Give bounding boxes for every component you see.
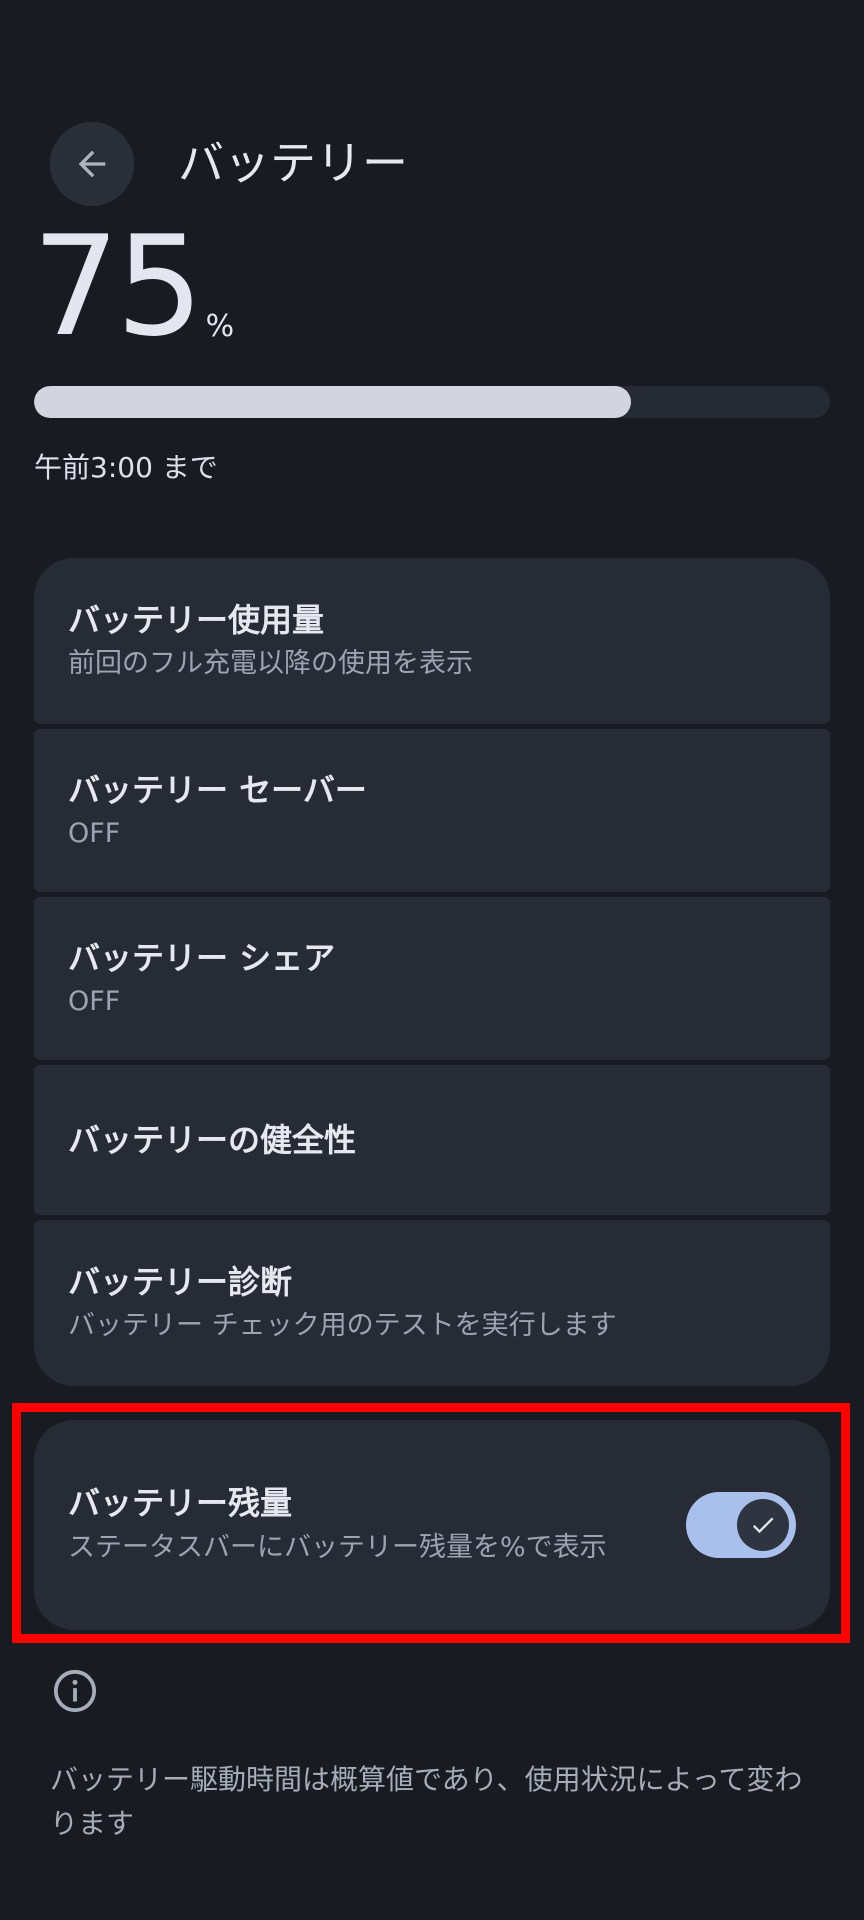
settings-item-subtitle: OFF — [68, 817, 121, 849]
battery-settings-screen: バッテリー 75 % 午前3:00 まで バッテリー使用量 前回のフル充電以降の… — [0, 0, 864, 1920]
battery-remaining-time: 午前3:00 まで — [34, 451, 218, 484]
settings-item-subtitle: バッテリー チェック用のテストを実行します — [68, 1310, 617, 1341]
battery-progress-fill — [34, 386, 631, 418]
settings-item-battery-health[interactable]: バッテリーの健全性 — [34, 1065, 830, 1215]
battery-level: 75 % — [32, 218, 234, 356]
battery-percentage-setting[interactable]: バッテリー残量 ステータスバーにバッテリー残量を%で表示 — [34, 1420, 830, 1630]
battery-settings-list: バッテリー使用量 前回のフル充電以降の使用を表示 バッテリー セーバー OFF … — [34, 558, 830, 1391]
settings-item-title: バッテリー シェア — [68, 938, 336, 977]
settings-item-subtitle: OFF — [68, 985, 121, 1017]
settings-item-battery-saver[interactable]: バッテリー セーバー OFF — [34, 729, 830, 892]
battery-level-value: 75 — [32, 206, 204, 367]
battery-percentage-description: ステータスバーにバッテリー残量を%で表示 — [68, 1532, 607, 1563]
battery-percentage-title: バッテリー残量 — [68, 1484, 293, 1522]
battery-percentage-text: バッテリー残量 ステータスバーにバッテリー残量を%で表示 — [68, 1480, 628, 1570]
battery-progress-bar — [34, 386, 830, 418]
settings-item-battery-diagnostics[interactable]: バッテリー診断 バッテリー チェック用のテストを実行します — [34, 1220, 830, 1386]
settings-item-title: バッテリー診断 — [68, 1263, 293, 1301]
check-icon — [752, 1517, 774, 1534]
battery-estimate-note: バッテリー駆動時間は概算値であり、使用状況によって変わります — [50, 1763, 803, 1840]
back-button[interactable] — [50, 122, 134, 206]
settings-item-battery-share[interactable]: バッテリー シェア OFF — [34, 897, 830, 1060]
settings-item-title: バッテリー セーバー — [68, 770, 367, 809]
settings-item-subtitle: 前回のフル充電以降の使用を表示 — [68, 648, 473, 679]
info-icon — [53, 1669, 97, 1713]
battery-percentage-toggle[interactable] — [686, 1492, 796, 1558]
arrow-left-icon — [78, 150, 106, 178]
page-title: バッテリー — [178, 136, 408, 190]
settings-item-title: バッテリー使用量 — [68, 601, 325, 639]
battery-level-unit: % — [205, 309, 235, 344]
switch-thumb — [737, 1499, 789, 1551]
settings-item-title: バッテリーの健全性 — [68, 1121, 357, 1159]
settings-item-battery-usage[interactable]: バッテリー使用量 前回のフル充電以降の使用を表示 — [34, 558, 830, 724]
